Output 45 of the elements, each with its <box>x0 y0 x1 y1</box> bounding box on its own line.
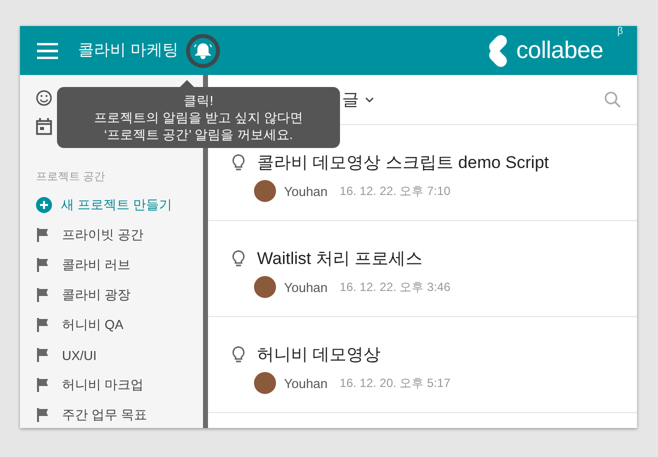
post-title[interactable]: 허니비 데모영상 <box>257 343 381 366</box>
new-project-link[interactable]: 새 프로젝트 만들기 <box>36 190 203 220</box>
post-time: 16. 12. 22. 오후 3:46 <box>340 278 450 296</box>
project-item[interactable]: 프라이빗 공간 <box>36 220 203 250</box>
project-item[interactable]: UX/UI <box>36 340 203 370</box>
tooltip-text: ‘프로젝트 공간’ 알림을 꺼보세요. <box>104 126 293 143</box>
flag-icon <box>36 227 50 243</box>
tooltip-text: 클릭! <box>184 92 214 109</box>
project-item[interactable]: 허니비 마크업 <box>36 370 203 400</box>
post-time: 16. 12. 22. 오후 7:10 <box>340 182 450 200</box>
flag-icon <box>36 287 50 303</box>
author-name: Youhan <box>284 280 328 294</box>
filter-dropdown[interactable]: 글 <box>342 88 359 111</box>
avatar <box>254 180 276 202</box>
post-title[interactable]: 콜라비 데모영상 스크립트 demo Script <box>257 151 549 174</box>
project-item[interactable]: 콜라비 광장 <box>36 280 203 310</box>
smiley-icon[interactable] <box>36 90 52 106</box>
bell-icon <box>193 40 214 60</box>
project-item[interactable]: 허니비 QA <box>36 310 203 340</box>
post-time: 16. 12. 20. 오후 5:17 <box>340 374 450 392</box>
project-item[interactable]: 주간 업무 목표 <box>36 400 203 428</box>
author-name: Youhan <box>284 184 328 198</box>
post-title[interactable]: Waitlist 처리 프로세스 <box>257 247 423 270</box>
flag-icon <box>36 407 50 423</box>
avatar <box>254 372 276 394</box>
tooltip-text: 프로젝트의 알림을 받고 싶지 않다면 <box>94 109 304 126</box>
lightbulb-icon <box>232 250 245 268</box>
menu-icon[interactable] <box>37 42 58 58</box>
project-title: 콜라비 마케팅 <box>78 41 178 61</box>
logo-text: collabee <box>516 36 604 64</box>
section-label: 프로젝트 공간 <box>36 170 106 184</box>
avatar <box>254 276 276 298</box>
calendar-icon[interactable] <box>36 118 52 135</box>
beta-mark: β <box>617 26 623 36</box>
plus-circle-icon <box>36 197 52 213</box>
flag-icon <box>36 347 50 363</box>
project-item[interactable]: 콜라비 러브 <box>36 250 203 280</box>
lightbulb-icon <box>232 346 245 364</box>
flag-icon <box>36 317 50 333</box>
flag-icon <box>36 257 50 273</box>
notification-bell-button[interactable] <box>186 34 220 68</box>
lightbulb-icon <box>232 154 245 172</box>
author-name: Youhan <box>284 376 328 390</box>
chevron-down-icon[interactable] <box>365 96 374 102</box>
flag-icon <box>36 377 50 393</box>
